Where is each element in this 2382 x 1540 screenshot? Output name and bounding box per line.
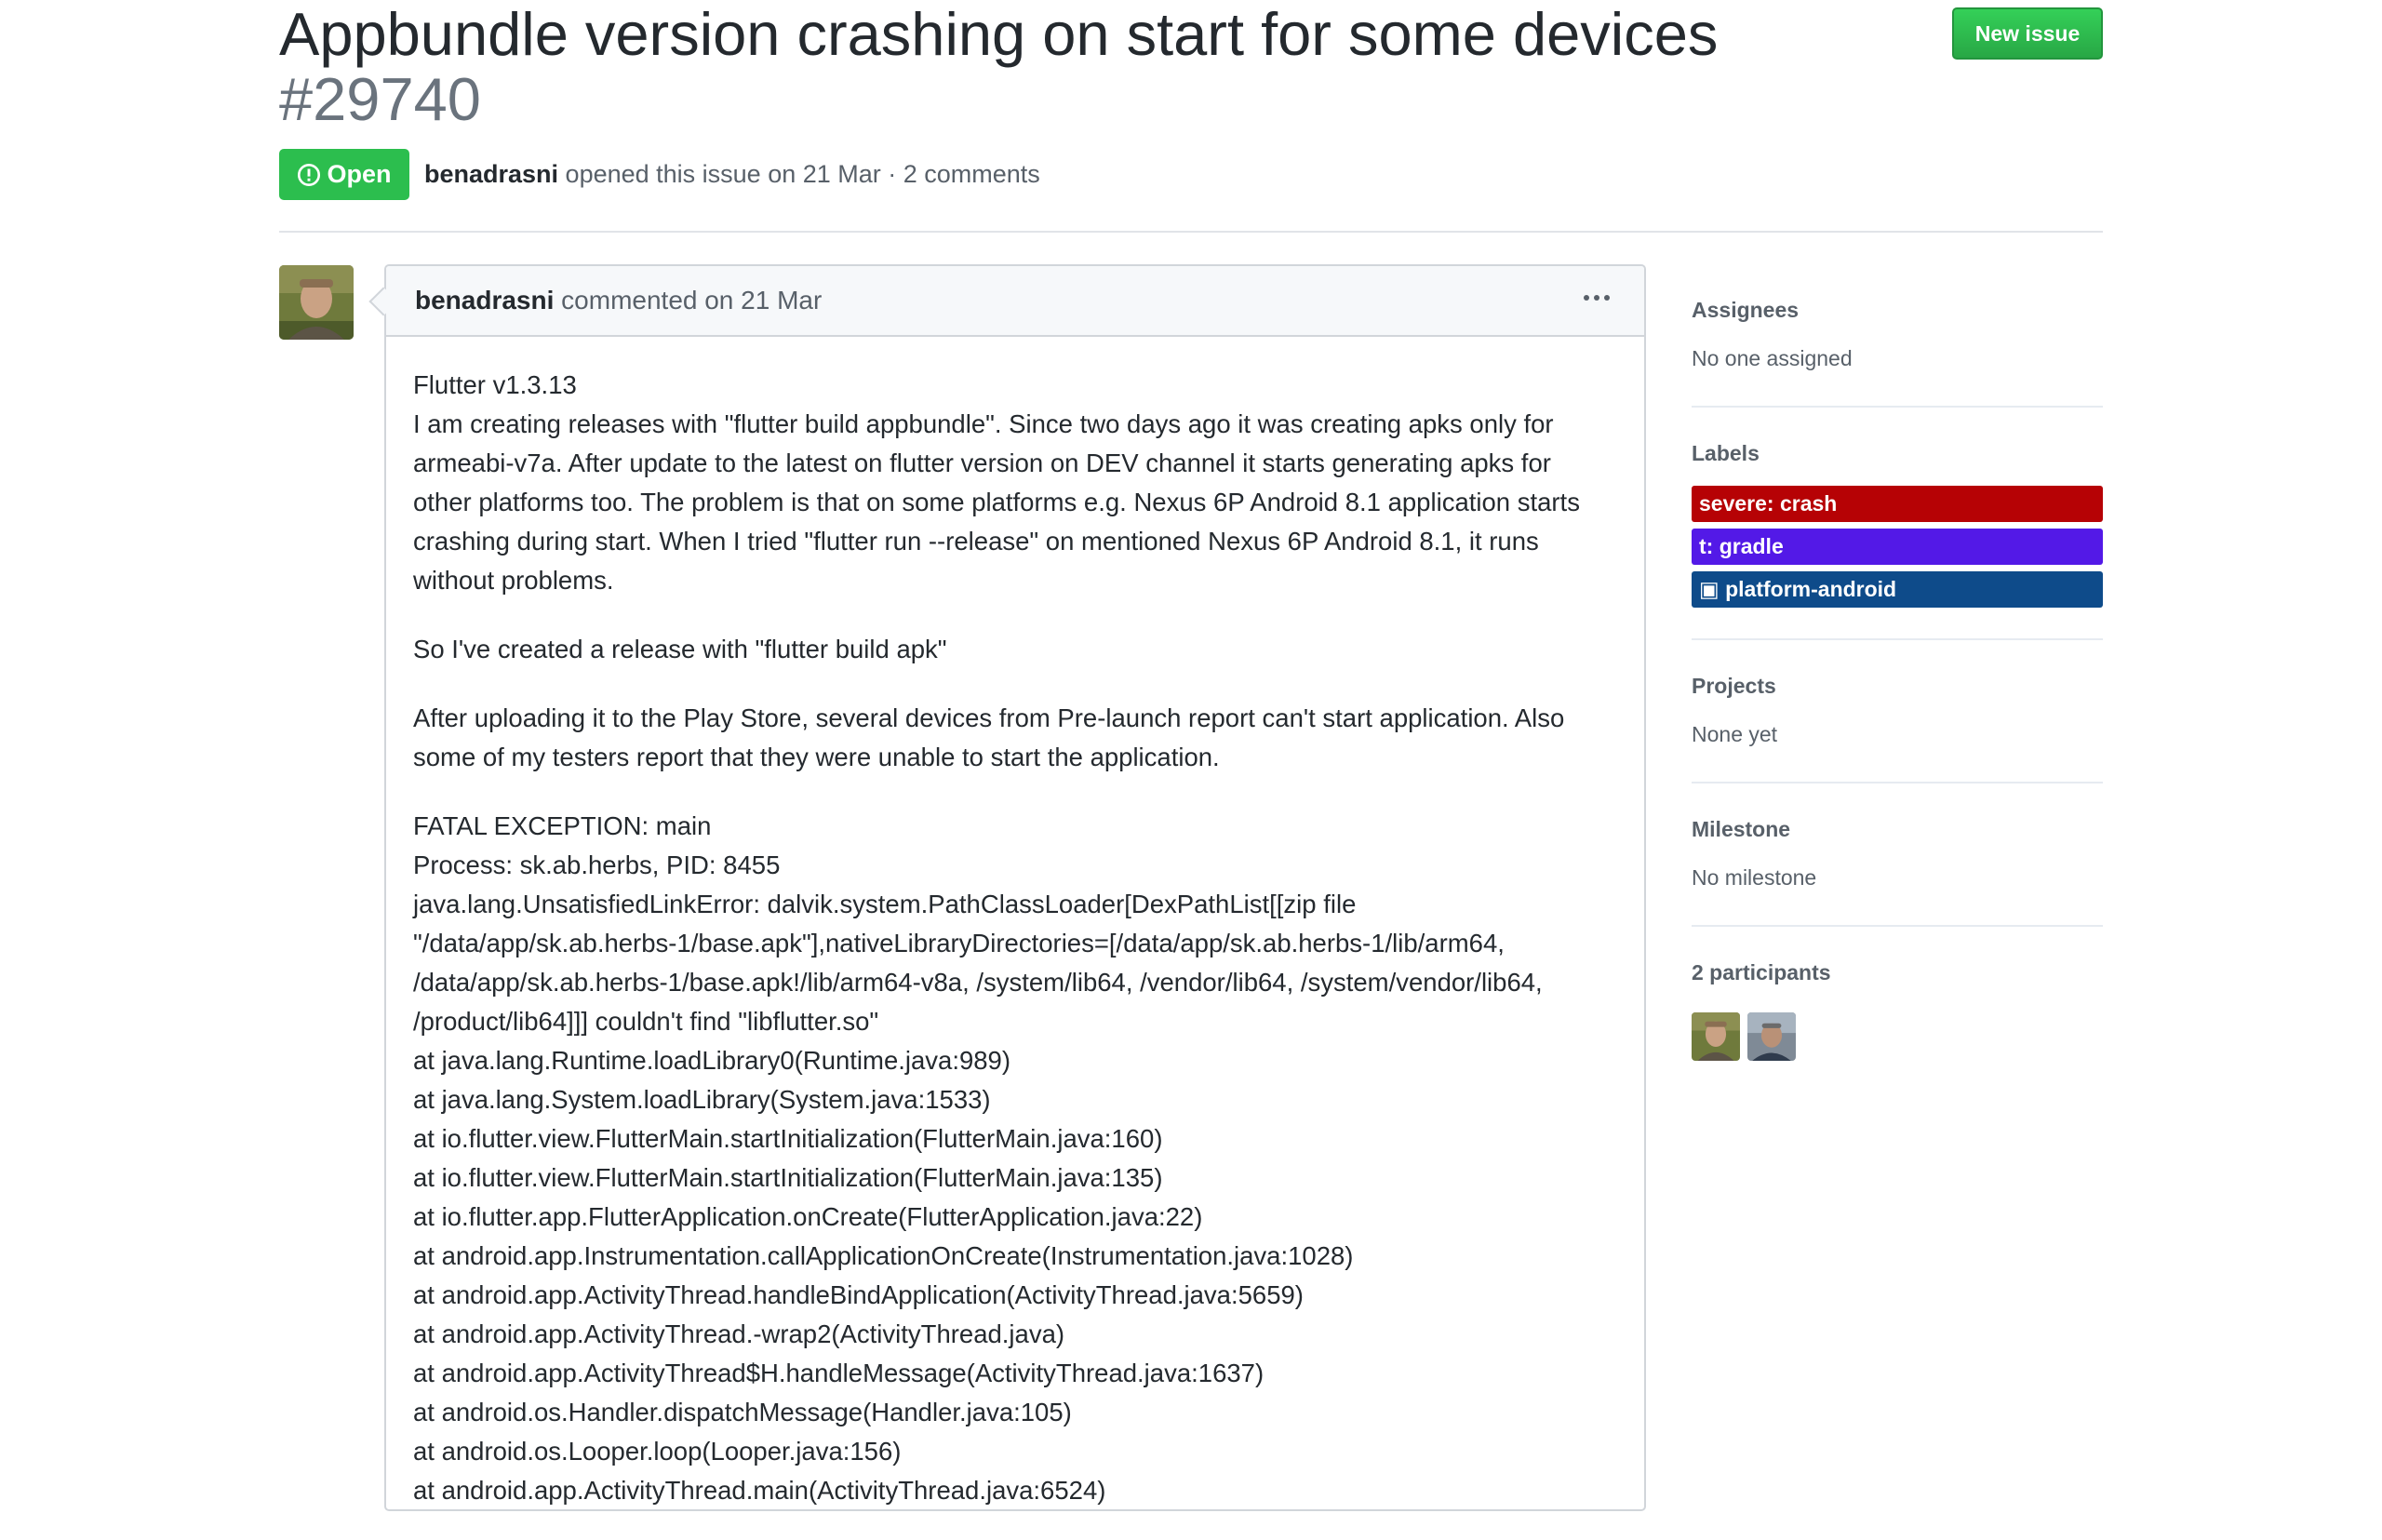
comment-text-line: at java.lang.Runtime.loadLibrary0(Runtim… <box>413 1046 1011 1075</box>
comment-text-line: /product/lib64]]] couldn't find "libflut… <box>413 1007 879 1036</box>
comment-body: Flutter v1.3.13 I am creating releases wi… <box>413 366 1619 1540</box>
issue-opened-icon <box>297 163 321 187</box>
comment-text-line: After uploading it to the Play Store, se… <box>413 703 1565 732</box>
comment-text-line: some of my testers report that they were… <box>413 743 1220 771</box>
comment-text-line: java.lang.UnsatisfiedLinkError: dalvik.s… <box>413 890 1357 918</box>
milestone-heading[interactable]: Milestone <box>1692 817 1790 842</box>
issue-opened-text: opened this issue on 21 Mar · 2 comments <box>558 160 1040 188</box>
issue-author-link[interactable]: benadrasni <box>424 160 558 188</box>
issue-number: #29740 <box>279 65 481 133</box>
comment-text-line: Flutter v1.3.13 <box>413 370 577 399</box>
comment-paragraph: FATAL EXCEPTION: main Process: sk.ab.herb… <box>413 807 1619 1510</box>
comment-text-line: other platforms too. The problem is that… <box>413 488 1580 516</box>
comment-text-line: at android.app.Instrumentation.callAppli… <box>413 1241 1354 1270</box>
comment-text-line: /data/app/sk.ab.herbs-1/base.apk!/lib/ar… <box>413 968 1543 997</box>
comment-text-line: armeabi-v7a. After update to the latest … <box>413 449 1551 477</box>
comment-author-link[interactable]: benadrasni <box>415 286 554 315</box>
participants-heading: 2 participants <box>1692 960 1831 984</box>
comment-text-line: at android.app.ActivityThread.-wrap2(Act… <box>413 1319 1065 1348</box>
comment-text-line: without problems. <box>413 566 614 595</box>
participant-avatar[interactable] <box>1692 1012 1740 1061</box>
comment-text-line: I am creating releases with "flutter bui… <box>413 409 1554 438</box>
comment-text-line: crashing during start. When I tried "flu… <box>413 527 1539 556</box>
comment-text-line: at android.app.ActivityThread.main(Activ… <box>413 1476 1106 1505</box>
sidebar-divider <box>1692 925 2103 927</box>
comment-text-line: at android.app.ActivityThread$H.handleMe… <box>413 1359 1265 1387</box>
comment-text-line: FATAL EXCEPTION: main <box>413 811 712 840</box>
comment-text-line: "/data/app/sk.ab.herbs-1/base.apk"],nati… <box>413 929 1505 957</box>
header-divider <box>279 231 2103 233</box>
new-issue-button[interactable]: New issue <box>1952 7 2103 60</box>
comment-text-line: at io.flutter.view.FlutterMain.startInit… <box>413 1124 1163 1153</box>
issue-state-label: Open <box>327 160 392 188</box>
projects-value: None yet <box>1692 722 1778 746</box>
comment-text-line: at io.flutter.view.FlutterMain.startInit… <box>413 1163 1163 1192</box>
label-severe-crash[interactable]: severe: crash <box>1692 486 2103 522</box>
comment-text-line: Process: sk.ab.herbs, PID: 8455 <box>413 850 781 879</box>
labels-heading[interactable]: Labels <box>1692 441 1760 466</box>
comment-timestamp[interactable]: commented on 21 Mar <box>554 286 822 315</box>
label-t-gradle[interactable]: t: gradle <box>1692 529 2103 565</box>
comment-paragraph: After uploading it to the Play Store, se… <box>413 699 1619 777</box>
assignees-heading[interactable]: Assignees <box>1692 298 1799 323</box>
milestone-value: No milestone <box>1692 865 1817 890</box>
projects-heading[interactable]: Projects <box>1692 674 1776 699</box>
sidebar-divider <box>1692 406 2103 408</box>
comment-text-line: at android.os.Looper.loop(Looper.java:15… <box>413 1437 902 1466</box>
issue-title: Appbundle version crashing on start for … <box>279 2 1954 132</box>
sidebar-divider <box>1692 782 2103 783</box>
comment-text-line: So I've created a release with "flutter … <box>413 635 947 663</box>
comment-text-line: at android.app.ActivityThread.handleBind… <box>413 1280 1304 1309</box>
assignees-value: No one assigned <box>1692 346 1853 370</box>
comment-text-line: at android.os.Handler.dispatchMessage(Ha… <box>413 1398 1072 1426</box>
comment-author-avatar[interactable] <box>279 265 354 340</box>
label-platform-android[interactable]: ▣ platform-android <box>1692 571 2103 608</box>
comment-options-icon[interactable] <box>1578 279 1615 316</box>
issue-title-text: Appbundle version crashing on start for … <box>279 0 1719 68</box>
comment-paragraph: Flutter v1.3.13 I am creating releases wi… <box>413 366 1619 600</box>
comment-text-line: at java.lang.System.loadLibrary(System.j… <box>413 1085 991 1114</box>
comment-text-line: at io.flutter.app.FlutterApplication.onC… <box>413 1202 1203 1231</box>
participant-avatar[interactable] <box>1747 1012 1796 1061</box>
comment-paragraph: So I've created a release with "flutter … <box>413 630 1619 669</box>
comment-author-line: benadrasni commented on 21 Mar <box>415 284 822 317</box>
sidebar-divider <box>1692 638 2103 640</box>
issue-state-badge: Open <box>279 149 409 200</box>
issue-meta: benadrasni opened this issue on 21 Mar ·… <box>424 156 1040 192</box>
